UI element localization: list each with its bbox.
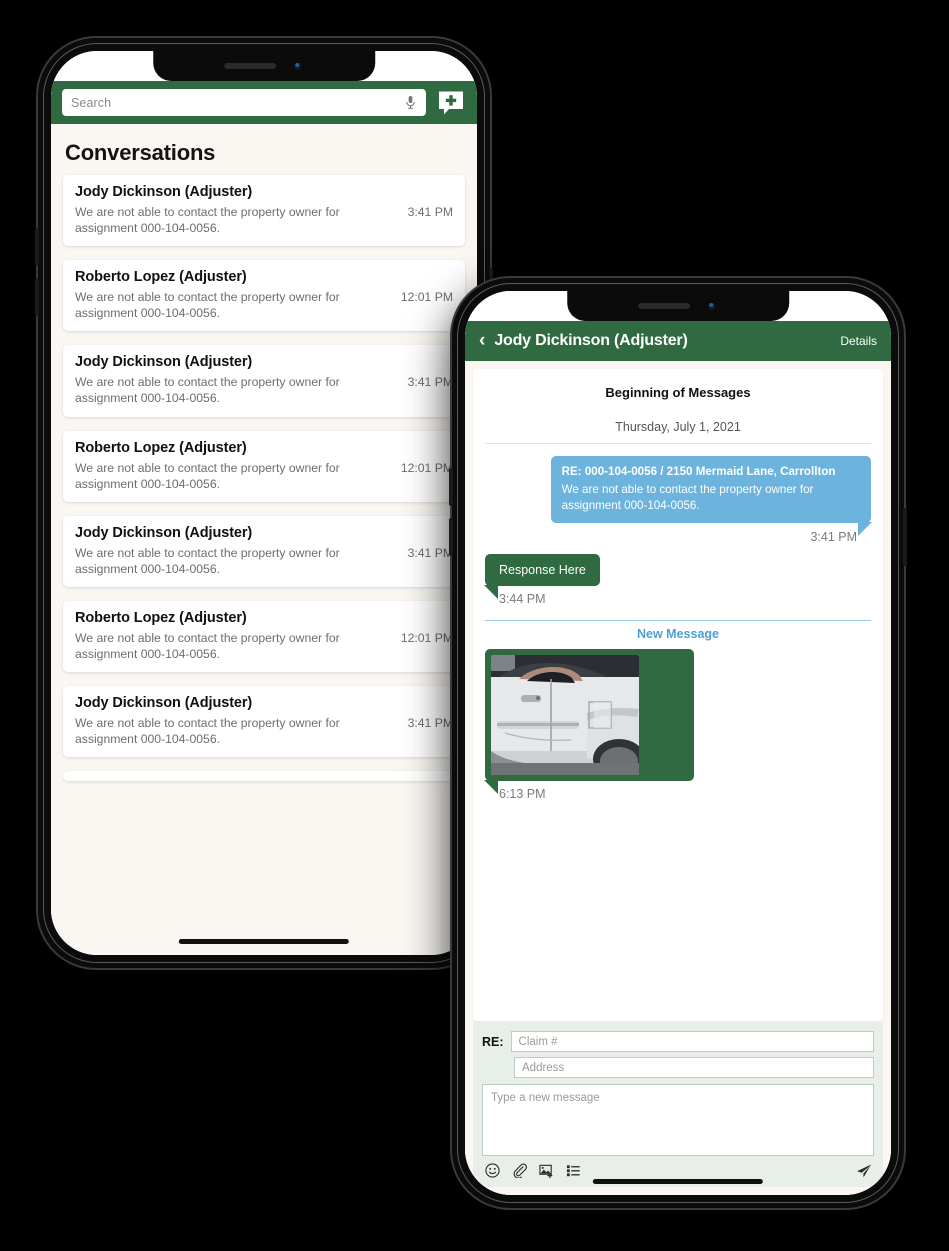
conversation-timestamp: 12:01 PM <box>400 630 453 645</box>
outgoing-message-bubble[interactable]: Response Here <box>484 554 600 600</box>
beginning-of-messages-label: Beginning of Messages <box>605 385 751 400</box>
phone-conversation-list: Search Conversations Jody Dickinson (Adj… <box>35 38 493 968</box>
phone1-home-indicator[interactable] <box>178 939 350 944</box>
send-paper-plane-icon[interactable] <box>856 1163 871 1178</box>
conversation-list-item[interactable]: Roberto Lopez (Adjuster) We are not able … <box>63 600 465 673</box>
search-placeholder: Search <box>71 95 112 110</box>
damaged-truck-photo[interactable] <box>491 655 639 776</box>
message-timestamp: 6:13 PM <box>499 787 546 802</box>
new-message-label: New Message <box>637 627 719 642</box>
conversation-preview: We are not able to contact the property … <box>75 375 340 406</box>
screenshot-stage: Search Conversations Jody Dickinson (Adj… <box>0 0 949 1251</box>
conversation-timestamp: 3:41 PM <box>407 716 453 731</box>
conversations-app: Search Conversations Jody Dickinson (Adj… <box>51 51 477 955</box>
phone-message-thread: ‹ Jody Dickinson (Adjuster) Details Begi… <box>449 278 907 1208</box>
conversation-name: Roberto Lopez (Adjuster) <box>75 269 247 286</box>
search-input[interactable]: Search <box>62 89 426 116</box>
conversation-timestamp: 3:41 PM <box>407 545 453 560</box>
address-input[interactable]: Address <box>514 1057 874 1078</box>
new-message-textarea[interactable]: Type a new message <box>482 1084 874 1156</box>
earpiece-speaker <box>224 63 277 69</box>
new-conversation-button[interactable] <box>436 88 466 118</box>
outgoing-image-bubble[interactable] <box>484 649 694 795</box>
date-separator: Thursday, July 1, 2021 <box>485 420 871 444</box>
message-row-outgoing: Response Here <box>484 554 871 600</box>
phone2-home-indicator[interactable] <box>592 1179 764 1184</box>
conversation-timestamp: 3:41 PM <box>407 375 453 390</box>
emoji-icon[interactable] <box>485 1163 500 1178</box>
conversation-name: Jody Dickinson (Adjuster) <box>75 524 253 541</box>
phone2-notch <box>567 291 789 321</box>
conversation-list-item[interactable]: Jody Dickinson (Adjuster) We are not able… <box>63 175 465 247</box>
phone1-volume-down-button[interactable] <box>35 278 39 316</box>
new-message-divider: New Message <box>485 620 871 641</box>
earpiece-speaker <box>638 303 691 309</box>
template-list-icon[interactable] <box>566 1163 581 1178</box>
incoming-message-bubble[interactable]: RE: 000-104-0056 / 2150 Mermaid Lane, Ca… <box>550 456 873 537</box>
conversation-timestamp: 12:01 PM <box>400 290 453 305</box>
page-title: Conversations <box>65 140 216 165</box>
conversation-name: Roberto Lopez (Adjuster) <box>75 609 247 626</box>
conversation-list-item[interactable]: Jody Dickinson (Adjuster) We are not able… <box>63 686 465 758</box>
conversation-list: Jody Dickinson (Adjuster) We are not able… <box>51 175 477 782</box>
message-text: We are not able to contact the property … <box>561 483 814 513</box>
claim-row: RE: Claim # <box>482 1031 874 1052</box>
conversation-name: Jody Dickinson (Adjuster) <box>75 695 253 712</box>
conversation-preview: We are not able to contact the property … <box>75 290 340 321</box>
conversation-list-item[interactable]: Roberto Lopez (Adjuster) We are not able … <box>63 260 465 332</box>
message-thread-app: ‹ Jody Dickinson (Adjuster) Details Begi… <box>465 291 891 1195</box>
message-composer: RE: Claim # Address Type a new message <box>473 1021 883 1187</box>
conversation-list-item[interactable]: Jody Dickinson (Adjuster) We are not able… <box>63 515 465 587</box>
chevron-left-icon[interactable]: ‹ <box>479 331 485 350</box>
conversation-name: Jody Dickinson (Adjuster) <box>75 354 253 371</box>
message-text: Response Here <box>499 563 586 578</box>
conversation-list-item-partial[interactable] <box>63 771 465 782</box>
re-label: RE: <box>482 1034 504 1049</box>
conversation-preview: We are not able to contact the property … <box>75 205 340 236</box>
claim-number-input[interactable]: Claim # <box>510 1031 874 1052</box>
address-row: Address <box>482 1057 874 1078</box>
details-button[interactable]: Details <box>840 334 877 348</box>
conversation-preview: We are not able to contact the property … <box>75 460 340 491</box>
conversation-preview: We are not able to contact the property … <box>75 630 340 662</box>
thread-top-bar: ‹ Jody Dickinson (Adjuster) Details <box>465 321 891 361</box>
phone1-screen: Search Conversations Jody Dickinson (Adj… <box>51 51 477 955</box>
message-subject: RE: 000-104-0056 / 2150 Mermaid Lane, Ca… <box>561 465 836 478</box>
phone2-volume-up-button[interactable] <box>449 468 453 506</box>
paperclip-icon[interactable] <box>512 1163 527 1179</box>
phone1-notch <box>153 51 375 81</box>
phone1-volume-buttons[interactable] <box>35 228 39 266</box>
phone2-volume-down-button[interactable] <box>449 518 453 556</box>
conversations-body: Conversations Jody Dickinson (Adjuster) W… <box>51 124 477 955</box>
thread-title: Jody Dickinson (Adjuster) <box>494 332 688 349</box>
message-timestamp: 3:41 PM <box>810 530 857 545</box>
conversation-list-item[interactable]: Roberto Lopez (Adjuster) We are not able … <box>63 430 465 502</box>
message-row-outgoing-image <box>484 641 871 795</box>
conversation-list-item[interactable]: Jody Dickinson (Adjuster) We are not able… <box>63 345 465 417</box>
phone2-power-button[interactable] <box>903 508 907 566</box>
message-row-incoming: RE: 000-104-0056 / 2150 Mermaid Lane, Ca… <box>485 456 873 537</box>
phone2-screen: ‹ Jody Dickinson (Adjuster) Details Begi… <box>465 291 891 1195</box>
message-thread: Beginning of Messages Thursday, July 1, … <box>473 369 883 1021</box>
conversation-preview: We are not able to contact the property … <box>75 545 340 576</box>
composer-toolbar <box>482 1156 874 1179</box>
conversation-timestamp: 12:01 PM <box>400 460 453 475</box>
conversation-name: Jody Dickinson (Adjuster) <box>75 184 253 200</box>
conversation-timestamp: 3:41 PM <box>407 205 453 219</box>
microphone-icon[interactable] <box>404 95 417 110</box>
message-timestamp: 3:44 PM <box>499 592 546 607</box>
front-camera-icon <box>292 60 304 72</box>
conversations-top-bar: Search <box>51 81 477 124</box>
add-image-icon[interactable] <box>539 1163 554 1179</box>
conversation-name: Roberto Lopez (Adjuster) <box>75 439 247 456</box>
conversation-preview: We are not able to contact the property … <box>75 716 340 747</box>
thread-body: Beginning of Messages Thursday, July 1, … <box>465 361 891 1195</box>
front-camera-icon <box>706 300 718 312</box>
